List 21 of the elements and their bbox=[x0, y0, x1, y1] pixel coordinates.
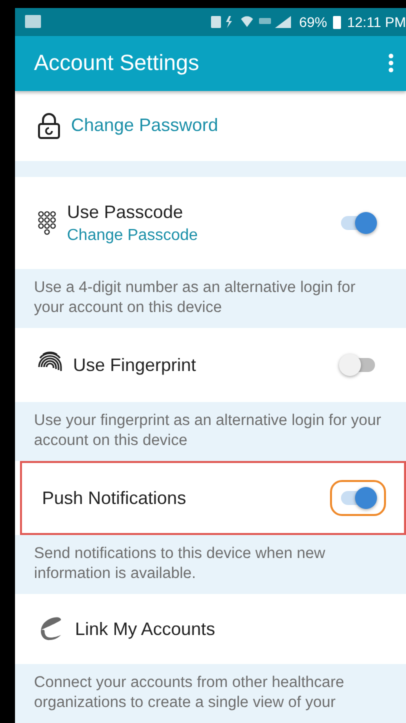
setting-link[interactable]: Change Password bbox=[71, 115, 218, 136]
battery-percent: 69% bbox=[299, 14, 328, 30]
setting-label[interactable]: Link My Accounts bbox=[75, 618, 216, 640]
setting-description: Connect your accounts from other healthcare organizations to create a single view of your bbox=[15, 664, 406, 723]
overflow-menu-icon[interactable] bbox=[388, 53, 394, 74]
setting-link[interactable]: Change Passcode bbox=[67, 226, 320, 244]
lock-icon bbox=[37, 112, 61, 140]
toggle-switch[interactable] bbox=[339, 487, 377, 509]
clock-time: 12:11 PM bbox=[347, 14, 406, 30]
calendar-icon bbox=[25, 15, 41, 28]
keypad-icon bbox=[37, 210, 57, 236]
toggle-switch[interactable] bbox=[339, 354, 377, 376]
toggle-switch[interactable] bbox=[339, 212, 377, 234]
setting-label: Push Notifications bbox=[42, 488, 188, 508]
app-bar-title: Account Settings bbox=[34, 50, 200, 76]
battery-icon bbox=[333, 14, 342, 29]
setting-label: Use Passcode bbox=[67, 202, 184, 222]
setting-description: Use a 4-digit number as an alternative login for your account on this device bbox=[15, 269, 406, 328]
setting-description: Use your fingerprint as an alternative login for your account on this device bbox=[15, 402, 406, 461]
setting-label: Use Fingerprint bbox=[73, 354, 198, 376]
setting-description: Send notifications to this device when new information is available. bbox=[15, 535, 406, 594]
